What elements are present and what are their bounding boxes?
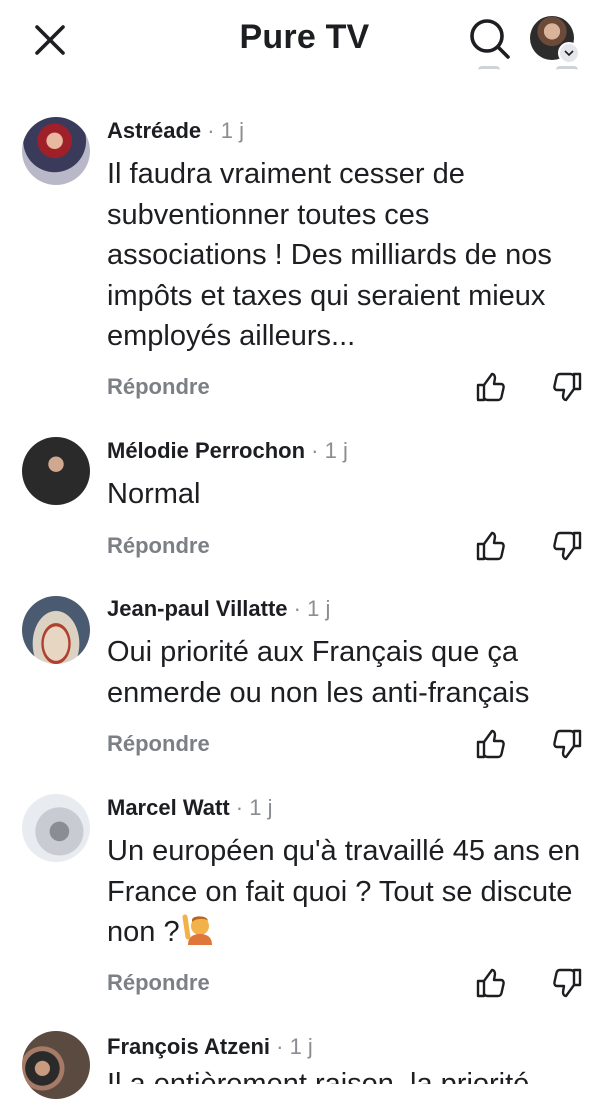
thumbs-up-icon[interactable] xyxy=(474,967,506,999)
chevron-down-icon[interactable] xyxy=(558,42,580,64)
thumbs-up-icon[interactable] xyxy=(474,530,506,562)
comment-author[interactable]: Astréade xyxy=(107,118,201,143)
avatar[interactable] xyxy=(22,437,90,505)
reply-button[interactable]: Répondre xyxy=(107,731,210,757)
comment-text: Il a entièrement raison, la priorité xyxy=(107,1068,530,1084)
top-bar: Pure TV xyxy=(0,0,609,78)
reply-button[interactable]: Répondre xyxy=(107,970,210,996)
comment-author[interactable]: Jean-paul Villatte xyxy=(107,596,288,621)
comment-author[interactable]: Marcel Watt xyxy=(107,795,230,820)
thumbs-up-icon[interactable] xyxy=(474,371,506,403)
comment-text: Oui priorité aux Français que ça enmerde… xyxy=(107,636,530,709)
thumbs-down-icon[interactable] xyxy=(552,530,584,562)
comment-text: Normal xyxy=(107,478,201,510)
avatar[interactable] xyxy=(22,794,90,862)
comment-text: Un européen qu'à travaillé 45 ans en Fra… xyxy=(107,831,597,953)
comment-author[interactable]: Mélodie Perrochon xyxy=(107,438,305,463)
reply-button[interactable]: Répondre xyxy=(107,374,210,400)
reply-button[interactable]: Répondre xyxy=(107,533,210,559)
page-title: Pure TV xyxy=(239,18,370,56)
thumbs-down-icon[interactable] xyxy=(552,967,584,999)
thumbs-down-icon[interactable] xyxy=(552,728,584,760)
thumbs-up-icon[interactable] xyxy=(474,728,506,760)
comment-time: · 1 j xyxy=(276,1034,313,1059)
scrolled-like-icon xyxy=(478,66,500,81)
search-icon[interactable] xyxy=(466,16,512,62)
comment-time: · 1 j xyxy=(293,596,331,621)
comment-time: · 1 j xyxy=(311,438,348,463)
scrolled-dislike-icon xyxy=(556,66,578,81)
comment-text-content: Un européen qu'à travaillé 45 ans en Fra… xyxy=(107,835,581,948)
avatar[interactable] xyxy=(22,596,90,664)
comment-time: · 1 j xyxy=(207,118,244,143)
avatar[interactable] xyxy=(22,117,90,185)
avatar[interactable] xyxy=(22,1031,90,1099)
comment-text: Il faudra vraiment cesser de subventionn… xyxy=(107,158,552,352)
comment-time: · 1 j xyxy=(235,795,273,820)
comment-author[interactable]: François Atzeni xyxy=(107,1034,270,1059)
raising-hand-emoji xyxy=(182,913,216,947)
thumbs-down-icon[interactable] xyxy=(552,371,584,403)
